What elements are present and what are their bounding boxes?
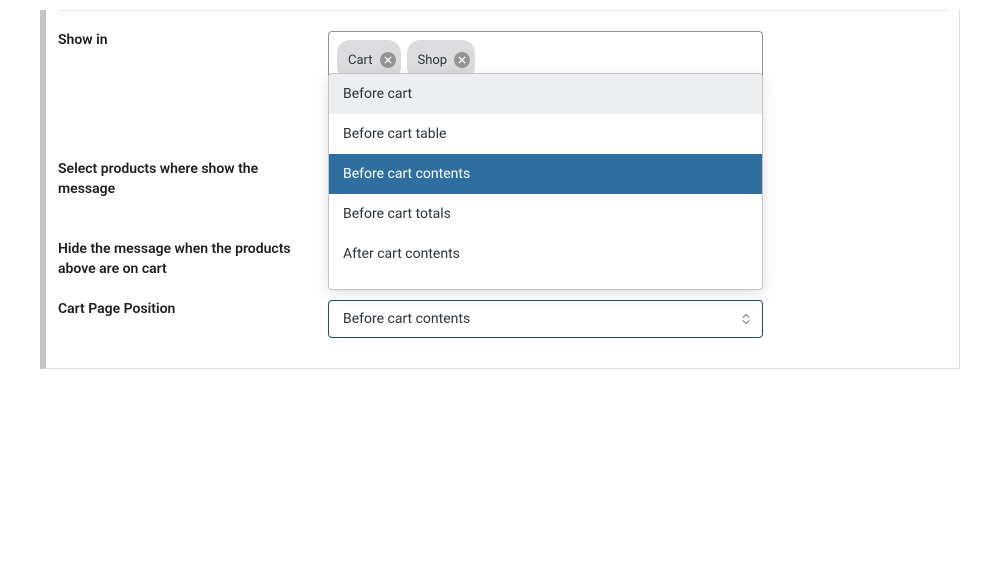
cart-position-dropdown[interactable]: Before cartBefore cart tableBefore cart …	[328, 73, 763, 290]
token-label: Shop	[418, 53, 448, 68]
show-in-label: Show in	[58, 32, 108, 48]
select-wrap: Before cart contents Before cartBefore c…	[328, 300, 763, 338]
dropdown-option[interactable]: Before cart totals	[329, 194, 762, 234]
hide-message-label: Hide the message when the products above…	[58, 241, 291, 277]
dropdown-option[interactable]: Before cart contents	[329, 154, 762, 194]
dropdown-option[interactable]: After cart contents	[329, 234, 762, 274]
settings-panel: Show in Cart Shop Choose the woocommerce…	[40, 10, 960, 369]
dropdown-option[interactable]: Before cart table	[329, 114, 762, 154]
close-icon[interactable]	[454, 52, 470, 68]
select-value: Before cart contents	[343, 311, 470, 327]
token-label: Cart	[348, 53, 373, 68]
label-col: Hide the message when the products above…	[58, 240, 328, 279]
field-row-cart-position: Cart Page Position Before cart contents …	[46, 280, 959, 338]
close-icon[interactable]	[380, 52, 396, 68]
label-col: Select products where show the message	[58, 160, 328, 199]
dropdown-option[interactable]: Before cart	[329, 74, 762, 114]
select-products-label: Select products where show the message	[58, 161, 258, 197]
label-col: Show in	[58, 31, 328, 51]
field-col: Before cart contents Before cartBefore c…	[328, 300, 763, 338]
cart-position-label: Cart Page Position	[58, 301, 175, 317]
label-col: Cart Page Position	[58, 300, 328, 320]
cart-position-select[interactable]: Before cart contents	[328, 300, 763, 338]
chevron-updown-icon	[742, 314, 750, 325]
